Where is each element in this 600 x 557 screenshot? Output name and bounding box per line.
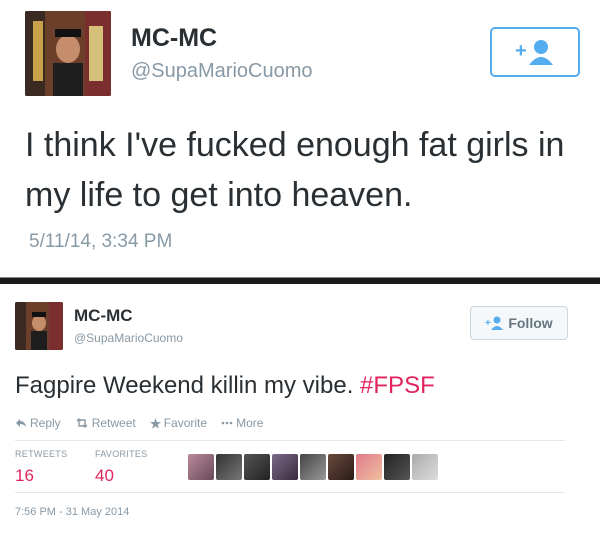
retweet-action[interactable]: Retweet [75,416,136,430]
favorites-count[interactable]: 40 [95,466,114,486]
divider [15,492,565,493]
retweet-icon [76,418,88,428]
tweet-card-large: MC-MC @SupaMarioCuomo + I think I've fuc… [0,0,600,278]
favoriter-avatars [188,454,438,480]
follow-button[interactable]: + Follow [470,306,568,340]
user-name[interactable]: MC-MC [74,306,133,326]
tweet-timestamp[interactable]: 5/11/14, 3:34 PM [29,231,172,253]
favorites-label: FAVORITES [95,449,148,459]
more-label: More [236,416,264,430]
favoriter-avatar[interactable] [272,454,298,480]
avatar[interactable] [25,11,111,96]
retweets-label: RETWEETS [15,449,68,459]
favoriter-avatar[interactable] [384,454,410,480]
avatar[interactable] [15,302,63,350]
tweet-body: Fagpire Weekend killin my vibe. [15,372,361,399]
retweet-label: Retweet [91,416,136,430]
favoriter-avatar[interactable] [356,454,382,480]
reply-action[interactable]: Reply [15,416,61,430]
user-handle[interactable]: @SupaMarioCuomo [131,60,313,83]
reply-icon [16,419,26,427]
favoriter-avatar[interactable] [300,454,326,480]
tweet-text: I think I've fucked enough fat girls in … [25,126,565,214]
more-action[interactable]: More [221,416,263,430]
favoriter-avatar[interactable] [188,454,214,480]
follow-label: Follow [508,315,553,331]
favoriter-avatar[interactable] [328,454,354,480]
favoriter-avatar[interactable] [412,454,438,480]
tweet-text: Fagpire Weekend killin my vibe. #FPSF [15,372,435,400]
star-icon [149,417,161,429]
tweet-card-small: MC-MC @SupaMarioCuomo + Follow Fagpire W… [0,284,600,557]
user-name[interactable]: MC-MC [131,24,217,53]
reply-label: Reply [30,416,61,430]
user-handle[interactable]: @SupaMarioCuomo [74,331,183,345]
tweet-timestamp[interactable]: 7:56 PM - 31 May 2014 [15,506,129,518]
svg-text:+: + [515,40,527,62]
divider [15,440,565,441]
follow-button[interactable]: + [490,27,580,77]
hashtag-link[interactable]: #FPSF [360,372,435,399]
svg-text:+: + [485,318,491,329]
tweet-actions: Reply Retweet Favorite More [15,416,263,430]
favorite-action[interactable]: Favorite [149,416,208,430]
more-dots-icon [221,421,233,425]
add-user-icon: + [515,40,553,65]
favoriter-avatar[interactable] [244,454,270,480]
add-user-icon: + [485,316,504,330]
favorite-label: Favorite [163,416,208,430]
favoriter-avatar[interactable] [216,454,242,480]
retweets-count[interactable]: 16 [15,466,34,486]
